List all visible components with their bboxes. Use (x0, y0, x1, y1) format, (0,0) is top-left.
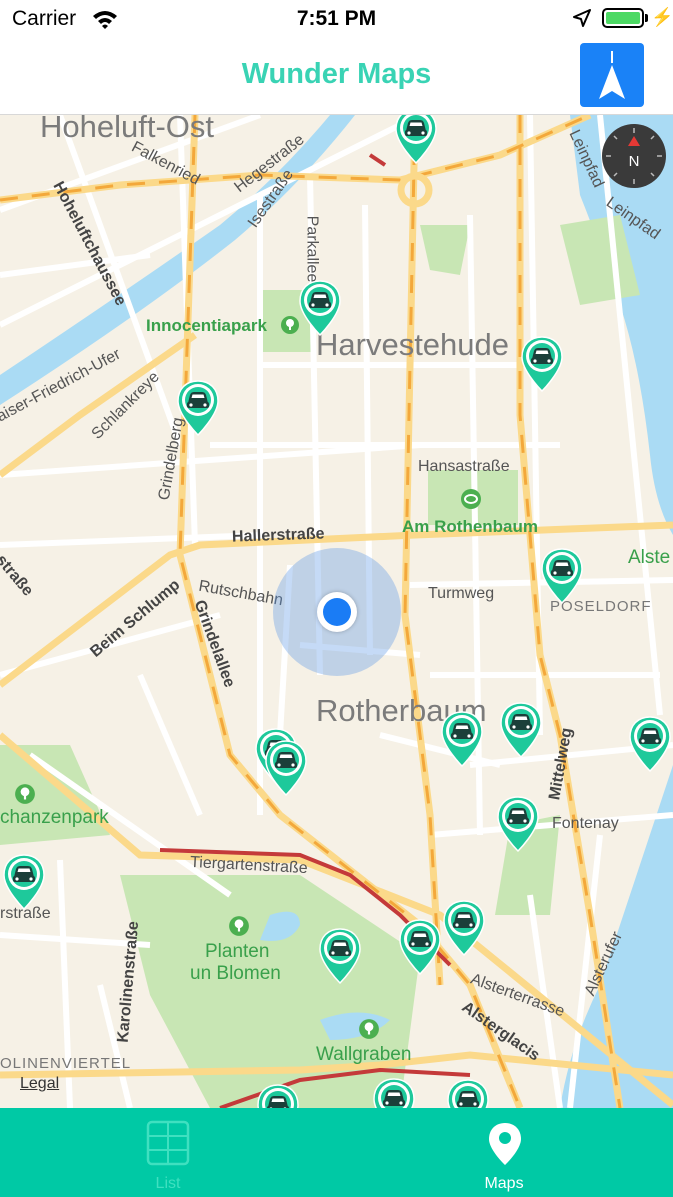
car-icon (541, 548, 583, 605)
tab-maps[interactable]: Maps (336, 1108, 672, 1197)
car-icon (299, 280, 341, 337)
compass-button[interactable]: N (602, 124, 666, 188)
status-bar: Carrier 7:51 PM ⚡ (0, 0, 673, 38)
tab-label: List (155, 1175, 181, 1192)
car-pin-marker[interactable] (264, 739, 308, 797)
street-label: Parkallee (303, 215, 321, 283)
battery-tip (645, 14, 648, 22)
legal-link[interactable]: Legal (20, 1075, 59, 1093)
car-icon (521, 336, 563, 393)
car-icon (497, 796, 539, 853)
car-pin-marker[interactable] (520, 335, 564, 393)
tab-label: Maps (484, 1175, 524, 1192)
car-pin-marker[interactable] (2, 853, 46, 911)
car-pin-marker[interactable] (442, 899, 486, 957)
park-label: chanzenpark (0, 807, 109, 828)
district-label: Hoheluft-Ost (40, 115, 215, 144)
tab-list[interactable]: List (0, 1108, 336, 1197)
street-label: Fontenay (552, 815, 619, 832)
street-label: Turmweg (428, 585, 495, 602)
district-label: Harvestehude (316, 327, 510, 362)
car-icon (399, 919, 441, 976)
car-icon (441, 711, 483, 768)
car-icon (265, 740, 307, 797)
car-icon (395, 115, 437, 165)
map-view[interactable]: Hoheluft-Ost Harvestehude Rotherbaum Inn… (0, 115, 673, 1108)
car-pin-marker[interactable] (496, 795, 540, 853)
locate-button[interactable] (580, 43, 644, 107)
car-pin-marker[interactable] (499, 701, 543, 759)
park-label: Wallgraben (316, 1044, 412, 1065)
navigation-arrow-icon (599, 51, 625, 99)
park-label: Am Rothenbaum (402, 517, 538, 536)
car-icon (319, 928, 361, 985)
area-label: OLINENVIERTEL (0, 1055, 132, 1072)
car-icon (177, 380, 219, 437)
battery-icon (602, 8, 644, 28)
car-icon (3, 854, 45, 911)
user-location-dot (317, 592, 357, 632)
car-pin-marker[interactable] (298, 279, 342, 337)
car-pin-marker[interactable] (318, 927, 362, 985)
list-grid-icon (146, 1120, 190, 1166)
car-pin-marker[interactable] (394, 115, 438, 165)
park-label: Innocentiapark (146, 316, 267, 335)
park-label: Planten (205, 941, 270, 962)
car-pin-marker[interactable] (176, 379, 220, 437)
car-pin-marker[interactable] (540, 547, 584, 605)
location-services-icon (573, 9, 591, 27)
car-pin-marker[interactable] (628, 715, 672, 773)
map-pin-icon (489, 1123, 521, 1165)
charging-icon: ⚡ (651, 7, 673, 27)
street-label: Hansastraße (418, 458, 510, 475)
car-icon (447, 1079, 489, 1108)
car-icon (500, 702, 542, 759)
page-title: Wunder Maps (241, 58, 432, 90)
compass-letter: N (629, 153, 640, 170)
park-label: un Blomen (190, 963, 281, 984)
car-icon (629, 716, 671, 773)
tab-bar: List Maps (0, 1108, 673, 1197)
park-label: Alste (628, 547, 671, 568)
navigation-bar: Wunder Maps (0, 38, 673, 115)
car-icon (443, 900, 485, 957)
car-pin-marker[interactable] (446, 1078, 490, 1108)
car-icon (373, 1078, 415, 1108)
car-icon (257, 1084, 299, 1108)
car-pin-marker[interactable] (398, 918, 442, 976)
car-pin-marker[interactable] (440, 710, 484, 768)
street-label: Hallerstraße (231, 525, 325, 546)
compass-icon: N (606, 128, 662, 184)
car-pin-marker[interactable] (372, 1077, 416, 1108)
car-pin-marker[interactable] (256, 1083, 300, 1108)
